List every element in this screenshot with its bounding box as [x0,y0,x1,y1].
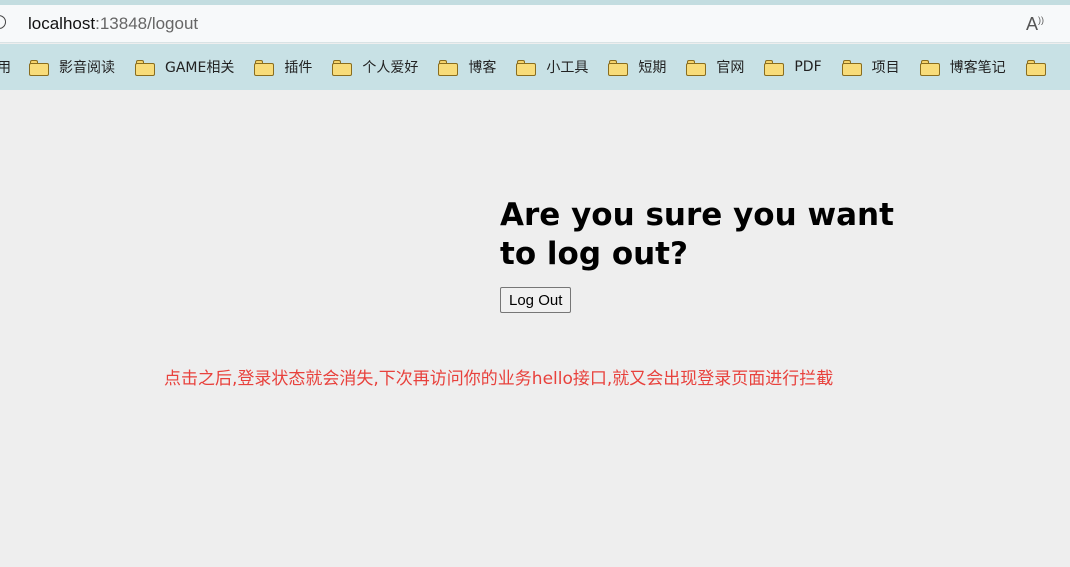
page-title: Are you sure you want to log out? [500,197,894,272]
bookmark-label: PDF [794,59,822,75]
bookmark-folder[interactable]: 个人爱好 [332,57,418,77]
folder-icon [764,59,785,76]
bookmark-label: 项目 [871,60,900,76]
bookmark-folder[interactable]: 短期 [608,57,666,77]
url-text[interactable]: localhost:13848/logout [28,13,198,35]
bookmark-folder[interactable]: 影音阅读 [29,57,115,77]
url-path: :13848/logout [95,14,199,33]
bookmark-folder[interactable]: PDF [764,59,822,76]
logout-panel: Are you sure you want to log out? Log Ou… [500,196,920,313]
read-aloud-icon[interactable]: A)) [1026,14,1044,35]
folder-icon [135,59,155,76]
folder-icon [254,59,275,76]
bookmark-label: 插件 [284,60,313,76]
bookmark-folder[interactable]: 插件 [254,57,312,77]
annotation-note: 点击之后,登录状态就会消失,下次再访问你的业务hello接口,就又会出现登录页面… [164,369,834,389]
site-info-icon[interactable] [0,15,6,29]
bookmark-folder[interactable]: 博客笔记 [919,57,1006,77]
bookmark-label: 博客笔记 [949,60,1006,76]
folder-icon [608,59,629,76]
bookmark-label: 个人爱好 [362,60,419,76]
folder-icon [919,59,940,76]
folder-icon [332,59,353,76]
bookmark-partial[interactable]: 用 [0,57,11,77]
bookmark-label: 短期 [638,60,667,76]
bookmark-folder[interactable]: 项目 [841,57,900,77]
bookmark-folder[interactable]: 小工具 [516,57,588,77]
bookmark-folder[interactable]: 博客 [438,57,496,77]
folder-icon[interactable] [1025,59,1046,76]
bookmark-label: 博客 [468,60,497,76]
bookmark-label: 官网 [716,60,745,76]
bookmark-label: 影音阅读 [59,60,115,76]
folder-icon [686,59,707,76]
folder-icon [841,59,862,76]
bookmark-folder[interactable]: 官网 [686,57,744,77]
bookmarks-bar: 用 影音阅读 GAME相关 插件 个人爱好 博客 小工具 短期 官网 PDF 项目 博客笔记 [0,44,1070,90]
url-host: localhost [28,14,96,33]
folder-icon [438,59,459,76]
log-out-button[interactable]: Log Out [500,287,572,313]
folder-icon [29,59,49,76]
bookmark-label: GAME相关 [165,60,235,76]
bookmark-folder[interactable]: GAME相关 [135,57,234,77]
bookmark-label: 小工具 [546,60,589,76]
folder-icon [516,59,537,76]
address-bar[interactable]: localhost:13848/logout A)) [0,5,1070,43]
